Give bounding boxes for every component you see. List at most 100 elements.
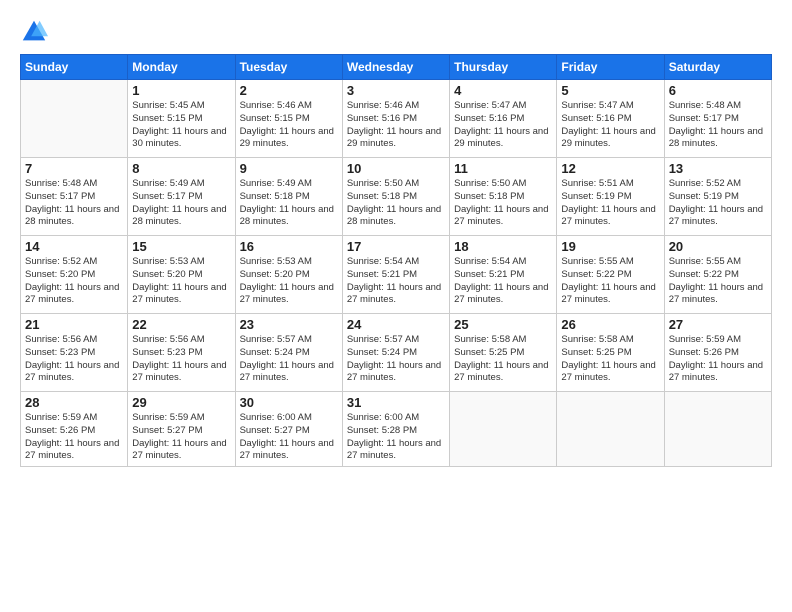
day-header-friday: Friday <box>557 55 664 80</box>
week-row-2: 7 Sunrise: 5:48 AMSunset: 5:17 PMDaylight… <box>21 158 772 236</box>
day-number: 25 <box>454 317 552 332</box>
day-cell: 22Sunrise: 5:56 AMSunset: 5:23 PMDayligh… <box>128 314 235 392</box>
day-cell: 4 Sunrise: 5:47 AMSunset: 5:16 PMDaylight… <box>450 80 557 158</box>
day-cell: 24 Sunrise: 5:57 AMSunset: 5:24 PMDayligh… <box>342 314 449 392</box>
day-number: 26 <box>561 317 659 332</box>
day-cell: 5 Sunrise: 5:47 AMSunset: 5:16 PMDaylight… <box>557 80 664 158</box>
week-row-5: 28 Sunrise: 5:59 AMSunset: 5:26 PMDayligh… <box>21 392 772 467</box>
day-info: Sunrise: 5:50 AMSunset: 5:18 PMDaylight:… <box>454 178 552 229</box>
day-cell <box>664 392 771 467</box>
day-cell <box>557 392 664 467</box>
day-number: 13 <box>669 161 767 176</box>
day-info: Sunrise: 5:59 AMSunset: 5:26 PMDaylight:… <box>25 412 123 463</box>
day-info: Sunrise: 5:59 AMSunset: 5:26 PMDaylight:… <box>669 334 767 385</box>
day-header-saturday: Saturday <box>664 55 771 80</box>
day-info: Sunrise: 5:55 AMSunset: 5:22 PMDaylight:… <box>669 256 767 307</box>
day-info: Sunrise: 5:46 AMSunset: 5:15 PMDaylight:… <box>240 100 338 151</box>
calendar-header-row: SundayMondayTuesdayWednesdayThursdayFrid… <box>21 55 772 80</box>
day-info: Sunrise: 5:54 AMSunset: 5:21 PMDaylight:… <box>347 256 445 307</box>
day-number: 28 <box>25 395 123 410</box>
day-cell <box>21 80 128 158</box>
day-info: Sunrise: 5:58 AMSunset: 5:25 PMDaylight:… <box>454 334 552 385</box>
day-info: Sunrise: 5:57 AMSunset: 5:24 PMDaylight:… <box>347 334 445 385</box>
day-info: Sunrise: 5:56 AMSunset: 5:23 PMDaylight:… <box>25 334 123 385</box>
day-header-sunday: Sunday <box>21 55 128 80</box>
day-cell: 17 Sunrise: 5:54 AMSunset: 5:21 PMDayligh… <box>342 236 449 314</box>
day-cell: 15 Sunrise: 5:53 AMSunset: 5:20 PMDayligh… <box>128 236 235 314</box>
day-number: 31 <box>347 395 445 410</box>
day-cell: 16 Sunrise: 5:53 AMSunset: 5:20 PMDayligh… <box>235 236 342 314</box>
day-info: Sunrise: 5:47 AMSunset: 5:16 PMDaylight:… <box>561 100 659 151</box>
day-info: Sunrise: 5:55 AMSunset: 5:22 PMDaylight:… <box>561 256 659 307</box>
day-cell: 29Sunrise: 5:59 AMSunset: 5:27 PMDayligh… <box>128 392 235 467</box>
day-cell: 3 Sunrise: 5:46 AMSunset: 5:16 PMDaylight… <box>342 80 449 158</box>
day-cell: 14 Sunrise: 5:52 AMSunset: 5:20 PMDayligh… <box>21 236 128 314</box>
day-header-monday: Monday <box>128 55 235 80</box>
day-number: 2 <box>240 83 338 98</box>
day-cell: 11 Sunrise: 5:50 AMSunset: 5:18 PMDayligh… <box>450 158 557 236</box>
day-cell: 19Sunrise: 5:55 AMSunset: 5:22 PMDayligh… <box>557 236 664 314</box>
day-cell: 18 Sunrise: 5:54 AMSunset: 5:21 PMDayligh… <box>450 236 557 314</box>
day-number: 22 <box>132 317 230 332</box>
day-info: Sunrise: 5:51 AMSunset: 5:19 PMDaylight:… <box>561 178 659 229</box>
calendar: SundayMondayTuesdayWednesdayThursdayFrid… <box>20 54 772 467</box>
day-info: Sunrise: 5:57 AMSunset: 5:24 PMDaylight:… <box>240 334 338 385</box>
day-number: 5 <box>561 83 659 98</box>
day-header-tuesday: Tuesday <box>235 55 342 80</box>
day-cell: 28 Sunrise: 5:59 AMSunset: 5:26 PMDayligh… <box>21 392 128 467</box>
day-info: Sunrise: 5:49 AMSunset: 5:17 PMDaylight:… <box>132 178 230 229</box>
day-number: 7 <box>25 161 123 176</box>
day-number: 11 <box>454 161 552 176</box>
day-cell: 27 Sunrise: 5:59 AMSunset: 5:26 PMDayligh… <box>664 314 771 392</box>
week-row-3: 14 Sunrise: 5:52 AMSunset: 5:20 PMDayligh… <box>21 236 772 314</box>
day-number: 24 <box>347 317 445 332</box>
day-number: 18 <box>454 239 552 254</box>
day-number: 4 <box>454 83 552 98</box>
day-cell <box>450 392 557 467</box>
page: SundayMondayTuesdayWednesdayThursdayFrid… <box>0 0 792 612</box>
day-number: 30 <box>240 395 338 410</box>
day-info: Sunrise: 5:49 AMSunset: 5:18 PMDaylight:… <box>240 178 338 229</box>
day-cell: 10Sunrise: 5:50 AMSunset: 5:18 PMDayligh… <box>342 158 449 236</box>
day-info: Sunrise: 5:47 AMSunset: 5:16 PMDaylight:… <box>454 100 552 151</box>
day-cell: 8 Sunrise: 5:49 AMSunset: 5:17 PMDaylight… <box>128 158 235 236</box>
header <box>20 18 772 46</box>
day-info: Sunrise: 5:52 AMSunset: 5:19 PMDaylight:… <box>669 178 767 229</box>
day-number: 1 <box>132 83 230 98</box>
day-info: Sunrise: 6:00 AMSunset: 5:27 PMDaylight:… <box>240 412 338 463</box>
day-info: Sunrise: 5:45 AMSunset: 5:15 PMDaylight:… <box>132 100 230 151</box>
week-row-1: 1 Sunrise: 5:45 AMSunset: 5:15 PMDaylight… <box>21 80 772 158</box>
day-number: 10 <box>347 161 445 176</box>
day-number: 27 <box>669 317 767 332</box>
day-number: 14 <box>25 239 123 254</box>
day-number: 21 <box>25 317 123 332</box>
day-cell: 7 Sunrise: 5:48 AMSunset: 5:17 PMDaylight… <box>21 158 128 236</box>
day-info: Sunrise: 5:52 AMSunset: 5:20 PMDaylight:… <box>25 256 123 307</box>
day-info: Sunrise: 5:46 AMSunset: 5:16 PMDaylight:… <box>347 100 445 151</box>
day-number: 17 <box>347 239 445 254</box>
day-number: 12 <box>561 161 659 176</box>
day-info: Sunrise: 6:00 AMSunset: 5:28 PMDaylight:… <box>347 412 445 463</box>
day-number: 6 <box>669 83 767 98</box>
day-cell: 20Sunrise: 5:55 AMSunset: 5:22 PMDayligh… <box>664 236 771 314</box>
day-cell: 26 Sunrise: 5:58 AMSunset: 5:25 PMDayligh… <box>557 314 664 392</box>
day-number: 16 <box>240 239 338 254</box>
day-cell: 12 Sunrise: 5:51 AMSunset: 5:19 PMDayligh… <box>557 158 664 236</box>
day-number: 8 <box>132 161 230 176</box>
day-cell: 30 Sunrise: 6:00 AMSunset: 5:27 PMDayligh… <box>235 392 342 467</box>
week-row-4: 21 Sunrise: 5:56 AMSunset: 5:23 PMDayligh… <box>21 314 772 392</box>
day-info: Sunrise: 5:48 AMSunset: 5:17 PMDaylight:… <box>25 178 123 229</box>
day-number: 23 <box>240 317 338 332</box>
day-cell: 25 Sunrise: 5:58 AMSunset: 5:25 PMDayligh… <box>450 314 557 392</box>
day-info: Sunrise: 5:54 AMSunset: 5:21 PMDaylight:… <box>454 256 552 307</box>
logo <box>20 18 50 46</box>
day-cell: 9 Sunrise: 5:49 AMSunset: 5:18 PMDaylight… <box>235 158 342 236</box>
day-number: 9 <box>240 161 338 176</box>
day-cell: 21 Sunrise: 5:56 AMSunset: 5:23 PMDayligh… <box>21 314 128 392</box>
day-cell: 1 Sunrise: 5:45 AMSunset: 5:15 PMDaylight… <box>128 80 235 158</box>
day-info: Sunrise: 5:53 AMSunset: 5:20 PMDaylight:… <box>132 256 230 307</box>
day-number: 15 <box>132 239 230 254</box>
day-info: Sunrise: 5:58 AMSunset: 5:25 PMDaylight:… <box>561 334 659 385</box>
day-number: 3 <box>347 83 445 98</box>
day-info: Sunrise: 5:53 AMSunset: 5:20 PMDaylight:… <box>240 256 338 307</box>
